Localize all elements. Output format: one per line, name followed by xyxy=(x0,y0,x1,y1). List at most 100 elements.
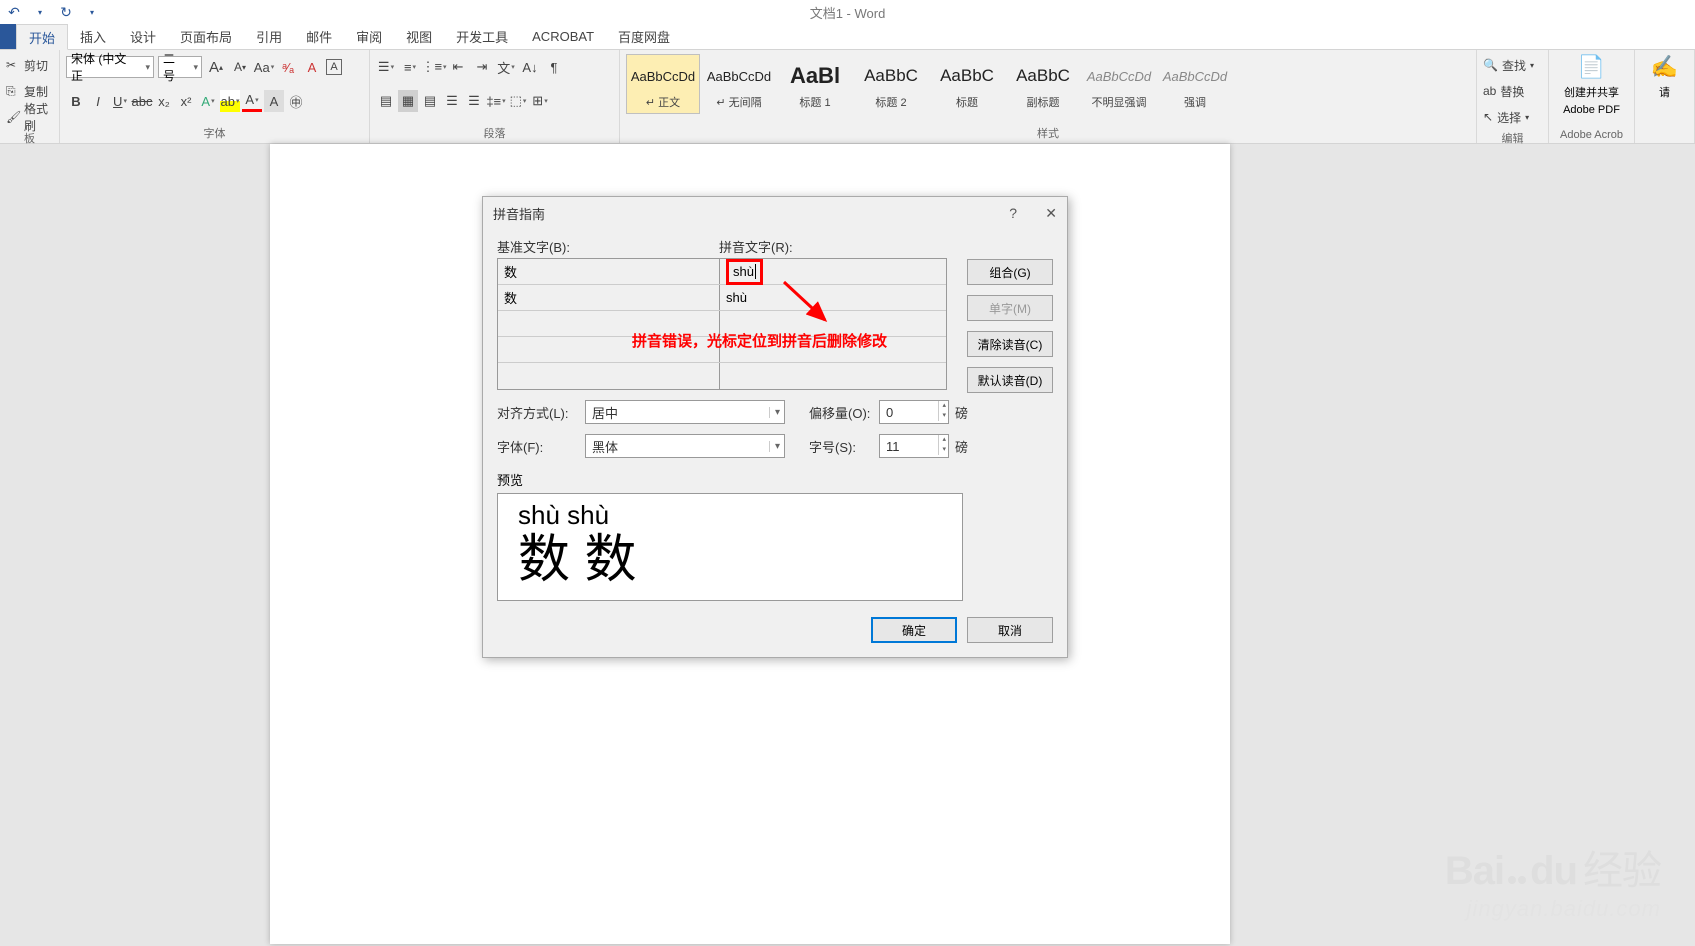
tab-home[interactable]: 开始 xyxy=(16,24,68,50)
clipboard-group: ✂剪切 ⎘复制 🖌格式刷 板 xyxy=(0,50,60,143)
preview-label: 预览 xyxy=(497,470,1053,489)
size-label: 字号(S): xyxy=(809,437,873,456)
underline-button[interactable]: U xyxy=(110,90,130,112)
phonetic-guide-button[interactable]: ᵃ⁄ₐ xyxy=(278,56,298,78)
style-item[interactable]: AaBbCcDd↵ 正文 xyxy=(626,54,700,114)
style-item[interactable]: AaBbCcDd不明显强调 xyxy=(1082,54,1156,114)
select-button[interactable]: ↖选择▾ xyxy=(1483,106,1542,128)
style-item[interactable]: AaBbCcDd↵ 无间隔 xyxy=(702,54,776,114)
tab-references[interactable]: 引用 xyxy=(244,23,294,49)
undo-dropdown[interactable]: ▾ xyxy=(28,1,52,23)
justify-button[interactable]: ☰ xyxy=(442,90,462,112)
find-icon: 🔍 xyxy=(1483,58,1498,72)
font-name-combo[interactable]: 宋体 (中文正 xyxy=(66,56,154,78)
adobe-pdf-label: Adobe PDF xyxy=(1563,104,1620,116)
format-painter-button[interactable]: 🖌格式刷 xyxy=(6,106,53,128)
preview-box: shù shù 数 数 xyxy=(497,493,963,601)
tab-mailings[interactable]: 邮件 xyxy=(294,23,344,49)
annotation-text: 拼音错误，光标定位到拼音后删除修改 xyxy=(632,330,887,351)
font-color-button[interactable]: A xyxy=(242,90,262,112)
cut-button[interactable]: ✂剪切 xyxy=(6,54,53,76)
increase-indent-button[interactable]: ⇥ xyxy=(472,56,492,78)
alignment-combo[interactable]: 居中 xyxy=(585,400,785,424)
style-item[interactable]: AaBbC标题 xyxy=(930,54,1004,114)
align-center-button[interactable]: ▦ xyxy=(398,90,418,112)
adobe-group: 📄 创建并共享 Adobe PDF Adobe Acrob xyxy=(1549,50,1635,143)
ruby-cell-0[interactable]: shù xyxy=(720,259,946,284)
redo-button[interactable]: ↻ xyxy=(54,1,78,23)
char-border-button[interactable]: A xyxy=(326,59,342,75)
sign-group: ✍ 请 xyxy=(1635,50,1695,143)
enclose-char-button[interactable]: ㊥ xyxy=(286,90,306,112)
alignment-label: 对齐方式(L): xyxy=(497,403,579,422)
window-title: 文档1 - Word xyxy=(810,3,886,22)
superscript-button[interactable]: x² xyxy=(176,90,196,112)
copy-button[interactable]: ⎘复制 xyxy=(6,80,53,102)
strikethrough-button[interactable]: abc xyxy=(132,90,152,112)
preview-base: 数 数 xyxy=(518,531,942,589)
tab-design[interactable]: 设计 xyxy=(118,23,168,49)
multilevel-button[interactable]: ⋮≡ xyxy=(424,56,444,78)
base-cell-0[interactable]: 数 xyxy=(498,259,720,284)
borders-button[interactable]: ⊞ xyxy=(530,90,550,112)
clear-reading-button[interactable]: 清除读音(C) xyxy=(967,331,1053,357)
close-button[interactable]: ✕ xyxy=(1045,205,1057,222)
tab-view[interactable]: 视图 xyxy=(394,23,444,49)
style-item[interactable]: AaBbC标题 2 xyxy=(854,54,928,114)
qat-customize[interactable]: ▾ xyxy=(80,1,104,23)
replace-button[interactable]: ab替换 xyxy=(1483,80,1542,102)
sort-button[interactable]: A↓ xyxy=(520,56,540,78)
group-button[interactable]: 组合(G) xyxy=(967,259,1053,285)
default-reading-button[interactable]: 默认读音(D) xyxy=(967,367,1053,393)
file-tab[interactable] xyxy=(0,23,16,49)
base-cell-4[interactable] xyxy=(498,363,720,389)
base-cell-1[interactable]: 数 xyxy=(498,285,720,310)
align-left-button[interactable]: ▤ xyxy=(376,90,396,112)
clear-format-button[interactable]: A xyxy=(302,56,322,78)
tab-insert[interactable]: 插入 xyxy=(68,23,118,49)
shading-button[interactable]: ⬚ xyxy=(508,90,528,112)
decrease-indent-button[interactable]: ⇤ xyxy=(448,56,468,78)
watermark: Bai du 经验 jingyan.baidu.com xyxy=(1445,838,1661,922)
change-case-button[interactable]: Aa xyxy=(254,56,274,78)
ruby-cell-1[interactable]: shù xyxy=(720,285,946,310)
tab-layout[interactable]: 页面布局 xyxy=(168,23,244,49)
shrink-font-button[interactable]: A▾ xyxy=(230,56,250,78)
tab-developer[interactable]: 开发工具 xyxy=(444,23,520,49)
style-gallery[interactable]: AaBbCcDd↵ 正文AaBbCcDd↵ 无间隔AaBl标题 1AaBbC标题… xyxy=(626,54,1232,118)
line-spacing-button[interactable]: ‡≡ xyxy=(486,90,506,112)
style-item[interactable]: AaBbCcDd强调 xyxy=(1158,54,1232,114)
cancel-button[interactable]: 取消 xyxy=(967,617,1053,643)
ruby-cell-4[interactable] xyxy=(720,363,946,389)
subscript-button[interactable]: x₂ xyxy=(154,90,174,112)
show-marks-button[interactable]: ¶ xyxy=(544,56,564,78)
find-button[interactable]: 🔍查找▾ xyxy=(1483,54,1542,76)
align-right-button[interactable]: ▤ xyxy=(420,90,440,112)
tab-review[interactable]: 审阅 xyxy=(344,23,394,49)
undo-button[interactable]: ↶ xyxy=(2,1,26,23)
size-spinbox[interactable]: 11 xyxy=(879,434,949,458)
distribute-button[interactable]: ☰ xyxy=(464,90,484,112)
font-label: 字体(F): xyxy=(497,437,579,456)
font-combo[interactable]: 黑体 xyxy=(585,434,785,458)
italic-button[interactable]: I xyxy=(88,90,108,112)
phonetic-guide-dialog: 拼音指南 ? ✕ 基准文字(B): 拼音文字(R): 数 shù 数 shù 组… xyxy=(482,196,1068,658)
tab-acrobat[interactable]: ACROBAT xyxy=(520,23,606,49)
highlight-button[interactable]: ab xyxy=(220,90,240,112)
font-size-combo[interactable]: 二号 xyxy=(158,56,202,78)
tab-baidu[interactable]: 百度网盘 xyxy=(606,23,682,49)
offset-spinbox[interactable]: 0 xyxy=(879,400,949,424)
text-effects-button[interactable]: A xyxy=(198,90,218,112)
style-item[interactable]: AaBl标题 1 xyxy=(778,54,852,114)
bullets-button[interactable]: ☰ xyxy=(376,56,396,78)
ok-button[interactable]: 确定 xyxy=(871,617,957,643)
numbering-button[interactable]: ≡ xyxy=(400,56,420,78)
help-button[interactable]: ? xyxy=(1009,205,1017,221)
base-text-label: 基准文字(B): xyxy=(497,237,719,256)
char-shading-button[interactable]: A xyxy=(264,90,284,112)
grow-font-button[interactable]: A▴ xyxy=(206,56,226,78)
style-item[interactable]: AaBbC副标题 xyxy=(1006,54,1080,114)
create-pdf-button[interactable]: 创建并共享 xyxy=(1564,84,1619,100)
bold-button[interactable]: B xyxy=(66,90,86,112)
text-direction-button[interactable]: 文 xyxy=(496,56,516,78)
